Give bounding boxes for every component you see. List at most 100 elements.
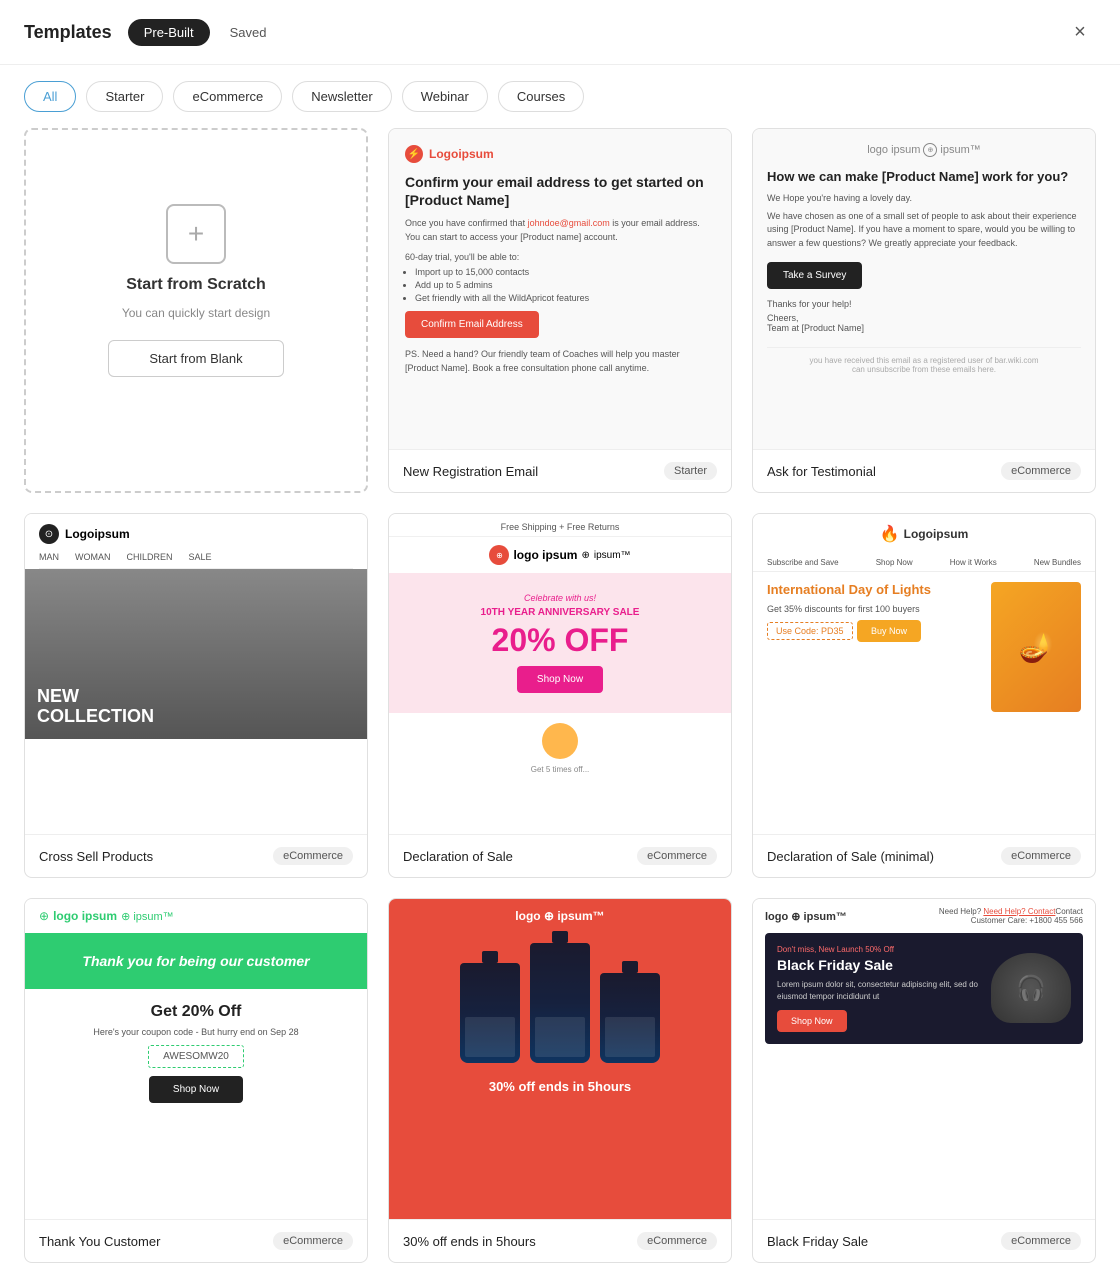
reg-logo-text: Logoipsum xyxy=(429,147,494,161)
decl-logo-row: ⊕ logo ipsum ⊕ ipsum™ xyxy=(389,537,731,573)
feature-item: Import up to 15,000 contacts xyxy=(415,267,715,277)
decl-pink-section: Celebrate with us! 10TH YEAR ANNIVERSARY… xyxy=(389,573,731,713)
template-card-scratch[interactable]: + Start from Scratch You can quickly sta… xyxy=(24,128,368,493)
decl-avatar xyxy=(542,723,578,759)
template-grid: + Start from Scratch You can quickly sta… xyxy=(0,128,1120,1287)
thankyou-logo-text: logo ipsum xyxy=(53,909,117,923)
bf-help: Need Help? Need Help? ContactContact Cus… xyxy=(939,907,1083,925)
template-card-new-registration[interactable]: Logoipsum Confirm your email address to … xyxy=(388,128,732,493)
card-tag: Starter xyxy=(664,462,717,480)
card-preview-testimonial: logo ipsum ⊕ ipsum™ How we can make [Pro… xyxy=(753,129,1095,449)
template-card-cross-sell[interactable]: ⊙ Logoipsum MAN WOMAN CHILDREN SALE NEWC… xyxy=(24,513,368,878)
reg-ps: PS. Need a hand? Our friendly team of Co… xyxy=(405,348,715,375)
bf-banner-text: Don't miss, New Launch 50% Off Black Fri… xyxy=(777,945,981,1032)
thankyou-offer: Get 20% Off xyxy=(39,1003,353,1021)
decl-percent: 20% OFF xyxy=(403,624,717,656)
decl-bottom: Get 5 times off... xyxy=(389,713,731,784)
perf-logo-text: logo ⊕ ipsum™ xyxy=(515,909,604,923)
perf-logo: logo ⊕ ipsum™ xyxy=(389,899,731,933)
filter-webinar[interactable]: Webinar xyxy=(402,81,488,112)
filter-courses[interactable]: Courses xyxy=(498,81,584,112)
decl-min-content: International Day of Lights Get 35% disc… xyxy=(753,572,1095,722)
testi-title: How we can make [Product Name] work for … xyxy=(767,169,1081,184)
decl-min-text: International Day of Lights Get 35% disc… xyxy=(767,582,981,712)
feature-item: Add up to 5 admins xyxy=(415,280,715,290)
card-preview-thank-you: ⊕ logo ipsum ⊕ ipsum™ Thank you for bein… xyxy=(25,899,367,1219)
filter-ecommerce[interactable]: eCommerce xyxy=(173,81,282,112)
card-preview-black-friday: logo ⊕ ipsum™ Need Help? Need Help? Cont… xyxy=(753,899,1095,1219)
card-tag: eCommerce xyxy=(1001,847,1081,865)
card-footer-declaration-minimal: Declaration of Sale (minimal) eCommerce xyxy=(753,834,1095,877)
perf-bottle-3 xyxy=(600,973,660,1063)
template-card-declaration-minimal[interactable]: 🔥 Logoipsum Subscribe and Save Shop Now … xyxy=(752,513,1096,878)
card-footer-testimonial: Ask for Testimonial eCommerce xyxy=(753,449,1095,492)
card-footer-black-friday: Black Friday Sale eCommerce xyxy=(753,1219,1095,1262)
card-tag: eCommerce xyxy=(637,847,717,865)
template-card-thank-you[interactable]: ⊕ logo ipsum ⊕ ipsum™ Thank you for bein… xyxy=(24,898,368,1263)
bf-banner-sub: Lorem ipsum dolor sit, consectetur adipi… xyxy=(777,979,981,1001)
logo-suffix: ipsum™ xyxy=(940,144,980,156)
card-name-label: Thank You Customer xyxy=(39,1234,160,1249)
decl-logo-text: logo ipsum xyxy=(513,548,577,562)
cross-logo-text: Logoipsum xyxy=(65,527,130,541)
card-footer-cross-sell: Cross Sell Products eCommerce xyxy=(25,834,367,877)
bf-dark-banner: Don't miss, New Launch 50% Off Black Fri… xyxy=(765,933,1083,1044)
card-preview-declaration-sale: Free Shipping + Free Returns ⊕ logo ipsu… xyxy=(389,514,731,834)
page-title: Templates xyxy=(24,22,112,43)
filter-starter[interactable]: Starter xyxy=(86,81,163,112)
scratch-subtitle: You can quickly start design xyxy=(122,306,270,320)
decl-min-code: Use Code: PD35 xyxy=(767,622,853,640)
card-footer-perfume: 30% off ends in 5hours eCommerce xyxy=(389,1219,731,1262)
testi-logo: logo ipsum ⊕ ipsum™ xyxy=(767,143,1081,157)
scratch-start-button[interactable]: Start from Blank xyxy=(108,340,283,377)
close-button[interactable]: × xyxy=(1064,16,1096,48)
filter-all[interactable]: All xyxy=(24,81,76,112)
header: Templates Pre-Built Saved × xyxy=(0,0,1120,65)
feature-item: Get friendly with all the WildApricot fe… xyxy=(415,293,715,303)
perf-text: 30% off ends in 5hours xyxy=(389,1073,731,1104)
tab-prebuilt[interactable]: Pre-Built xyxy=(128,19,210,46)
testi-survey-button[interactable]: Take a Survey xyxy=(767,262,862,289)
decl-min-logo-text: Logoipsum xyxy=(904,527,969,541)
bf-shop-button[interactable]: Shop Now xyxy=(777,1010,847,1032)
decl-celebrate: Celebrate with us! xyxy=(403,593,717,603)
bf-logo: logo ⊕ ipsum™ Need Help? Need Help? Cont… xyxy=(753,899,1095,933)
template-card-perfume[interactable]: logo ⊕ ipsum™ 30% off ends in 5hours xyxy=(388,898,732,1263)
testi-sign: Thanks for your help! Cheers, Team at [P… xyxy=(767,299,1081,333)
decl-min-main: International Day of Lights Get 35% disc… xyxy=(767,582,1081,712)
cross-nav-item: SALE xyxy=(189,552,212,562)
reg-cta-button[interactable]: Confirm Email Address xyxy=(405,311,539,338)
cross-nav: MAN WOMAN CHILDREN SALE xyxy=(39,552,353,569)
tab-saved[interactable]: Saved xyxy=(214,19,283,46)
filter-bar: All Starter eCommerce Newsletter Webinar… xyxy=(0,65,1120,128)
cross-nav-item: MAN xyxy=(39,552,59,562)
perf-bottle-label xyxy=(605,1017,655,1057)
card-name-label: Black Friday Sale xyxy=(767,1234,868,1249)
cross-banner-image: NEWCOLLECTION xyxy=(25,569,367,739)
reg-trial-label: 60-day trial, you'll be able to: xyxy=(405,252,715,262)
cross-nav-item: CHILDREN xyxy=(127,552,173,562)
testi-footer: you have received this email as a regist… xyxy=(767,347,1081,374)
decl-shop-button[interactable]: Shop Now xyxy=(517,666,603,693)
decl-year: 10TH YEAR ANNIVERSARY SALE xyxy=(403,607,717,618)
card-preview-cross-sell: ⊙ Logoipsum MAN WOMAN CHILDREN SALE NEWC… xyxy=(25,514,367,834)
cross-banner-text: NEWCOLLECTION xyxy=(37,687,154,727)
template-card-black-friday[interactable]: logo ⊕ ipsum™ Need Help? Need Help? Cont… xyxy=(752,898,1096,1263)
decl-min-nav: Subscribe and Save Shop Now How it Works… xyxy=(753,554,1095,572)
card-tag: eCommerce xyxy=(273,1232,353,1250)
globe-icon: ⊕ xyxy=(923,143,937,157)
card-footer-new-registration: New Registration Email Starter xyxy=(389,449,731,492)
thankyou-shop-button[interactable]: Shop Now xyxy=(149,1076,243,1103)
filter-newsletter[interactable]: Newsletter xyxy=(292,81,391,112)
template-card-declaration-sale[interactable]: Free Shipping + Free Returns ⊕ logo ipsu… xyxy=(388,513,732,878)
cross-logo-icon: ⊙ xyxy=(39,524,59,544)
bf-headphones-image: 🎧 xyxy=(991,953,1071,1023)
template-card-testimonial[interactable]: logo ipsum ⊕ ipsum™ How we can make [Pro… xyxy=(752,128,1096,493)
thankyou-logo-icon: ⊕ xyxy=(39,909,49,923)
bf-contact-link[interactable]: Need Help? Contact xyxy=(983,907,1055,916)
decl-min-logo: 🔥 Logoipsum xyxy=(753,514,1095,554)
perf-bottle-label xyxy=(535,1017,585,1057)
testi-preview: logo ipsum ⊕ ipsum™ How we can make [Pro… xyxy=(753,129,1095,388)
decl-min-button[interactable]: Buy Now xyxy=(857,620,921,642)
cross-header: ⊙ Logoipsum MAN WOMAN CHILDREN SALE xyxy=(25,514,367,569)
